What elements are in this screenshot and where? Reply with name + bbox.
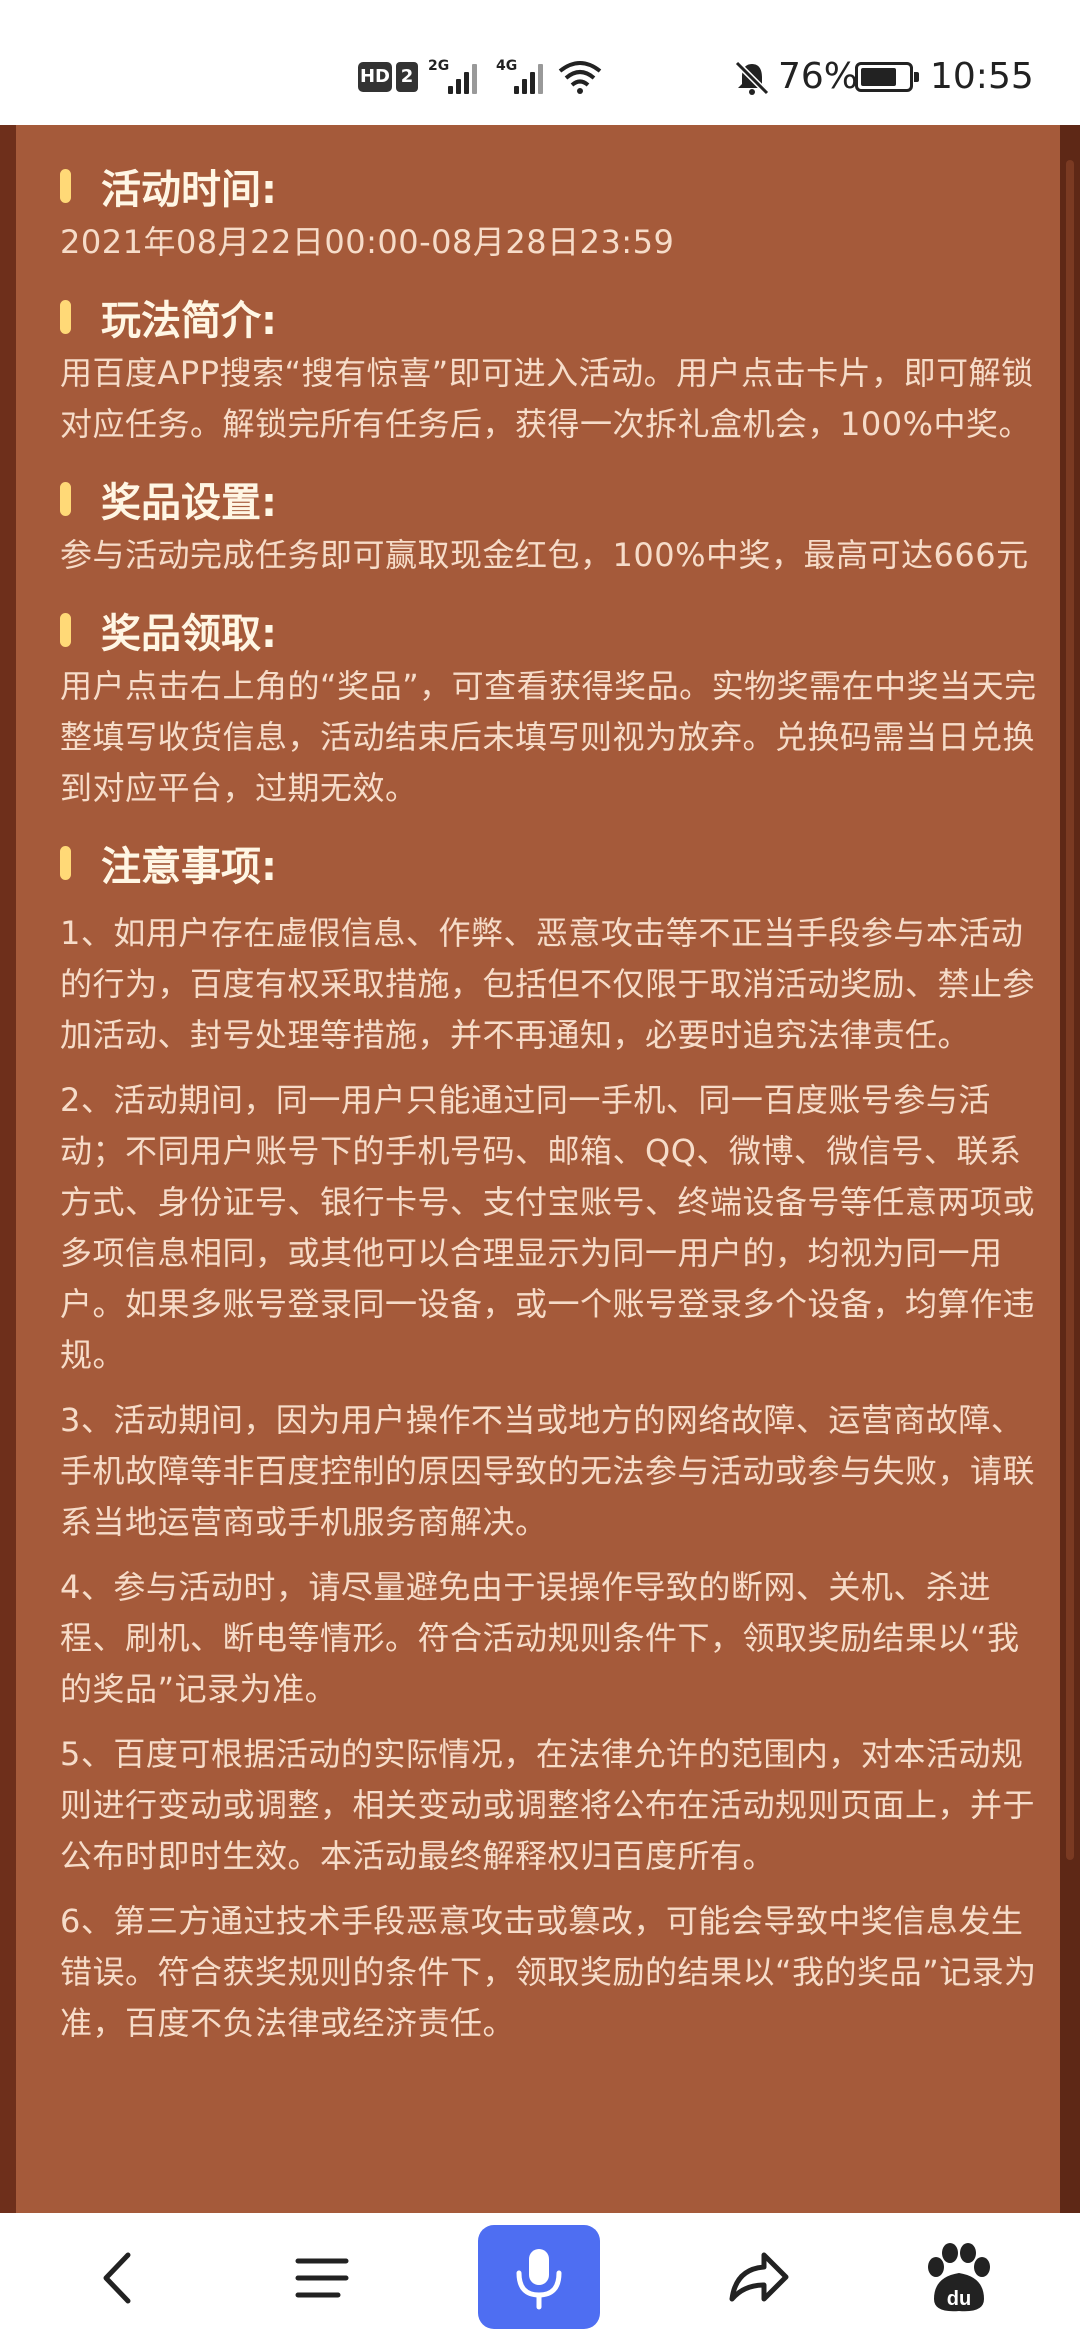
heading-marker — [60, 846, 71, 880]
bottom-nav: du — [0, 2213, 1080, 2340]
section-title: 注意事项: — [101, 844, 277, 890]
section-title: 奖品设置: — [101, 480, 277, 526]
section-heading: 奖品领取: — [60, 599, 1040, 661]
share-icon[interactable] — [712, 2233, 802, 2323]
rules-section: 注意事项: 1、如用户存在虚假信息、作弊、恶意攻击等不正当手段参与本活动的行为，百… — [60, 832, 1040, 2049]
status-bar: HD 2 2G 4G 76% 10:55 — [0, 0, 1080, 125]
section-title: 奖品领取: — [101, 611, 277, 657]
section-paragraph: 3、活动期间，因为用户操作不当或地方的网络故障、运营商故障、手机故障等非百度控制… — [60, 1401, 1036, 1541]
section-paragraph: 1、如用户存在虚假信息、作弊、恶意攻击等不正当手段参与本活动的行为，百度有权采取… — [60, 914, 1036, 1054]
section-paragraph: 用百度APP搜索“搜有惊喜”即可进入活动。用户点击卡片，即可解锁对应任务。解锁完… — [60, 354, 1034, 443]
menu-icon[interactable] — [278, 2233, 368, 2323]
clock: 10:55 — [930, 56, 1034, 97]
section-paragraph: 4、参与活动时，请尽量避免由于误操作导致的断网、关机、杀进程、刷机、断电等情形。… — [60, 1568, 1020, 1708]
rules-section: 奖品领取: 用户点击右上角的“奖品”，可查看获得奖品。实物奖需在中奖当天完整填写收… — [60, 599, 1040, 814]
back-icon[interactable] — [76, 2233, 166, 2323]
voice-search-button[interactable] — [478, 2225, 600, 2329]
heading-marker — [60, 300, 71, 334]
section-paragraph: 2、活动期间，同一用户只能通过同一手机、同一百度账号参与活动；不同用户账号下的手… — [60, 1081, 1036, 1374]
section-heading: 玩法简介: — [60, 286, 1040, 348]
section-title: 活动时间: — [101, 167, 277, 213]
signal-icon — [514, 60, 548, 94]
bell-muted-icon — [734, 60, 770, 96]
section-paragraph: 5、百度可根据活动的实际情况，在法律允许的范围内，对本活动规则进行变动或调整，相… — [60, 1735, 1036, 1875]
voice-mic-icon — [516, 2249, 562, 2310]
wifi-icon — [558, 61, 602, 94]
section-title: 玩法简介: — [101, 298, 277, 344]
baidu-paw-icon[interactable]: du — [912, 2233, 1002, 2323]
section-paragraph: 用户点击右上角的“奖品”，可查看获得奖品。实物奖需在中奖当天完整填写收货信息，活… — [60, 667, 1037, 807]
section-heading: 奖品设置: — [60, 468, 1040, 530]
rules-panel[interactable]: 活动时间: 2021年08月22日00:00-08月28日23:59 玩法简介: 用百… — [16, 125, 1060, 2213]
section-paragraph: 6、第三方通过技术手段恶意攻击或篡改，可能会导致中奖信息发生错误。符合获奖规则的… — [60, 1902, 1037, 2042]
section-paragraph: 参与活动完成任务即可赢取现金红包，100%中奖，最高可达666元 — [60, 536, 1029, 574]
rules-section: 活动时间: 2021年08月22日00:00-08月28日23:59 — [60, 155, 1040, 268]
section-heading: 注意事项: — [60, 832, 1040, 894]
battery-icon — [855, 62, 919, 92]
rules-content: 活动时间: 2021年08月22日00:00-08月28日23:59 玩法简介: 用百… — [60, 155, 1040, 2067]
network-type-1: 2G — [428, 58, 450, 74]
battery-percent: 76% — [778, 56, 859, 97]
section-heading: 活动时间: — [60, 155, 1040, 217]
heading-marker — [60, 613, 71, 647]
section-paragraph: 2021年08月22日00:00-08月28日23:59 — [60, 223, 675, 261]
hd-icon: HD — [358, 62, 392, 92]
heading-marker — [60, 482, 71, 516]
sim2-badge: 2 — [396, 62, 418, 92]
rules-section: 玩法简介: 用百度APP搜索“搜有惊喜”即可进入活动。用户点击卡片，即可解锁对应任… — [60, 286, 1040, 450]
heading-marker — [60, 169, 71, 203]
scrollbar-thumb[interactable] — [1066, 160, 1074, 1860]
rules-section: 奖品设置: 参与活动完成任务即可赢取现金红包，100%中奖，最高可达666元 — [60, 468, 1040, 581]
signal-icon — [448, 60, 482, 94]
svg-text:du: du — [947, 2288, 971, 2310]
